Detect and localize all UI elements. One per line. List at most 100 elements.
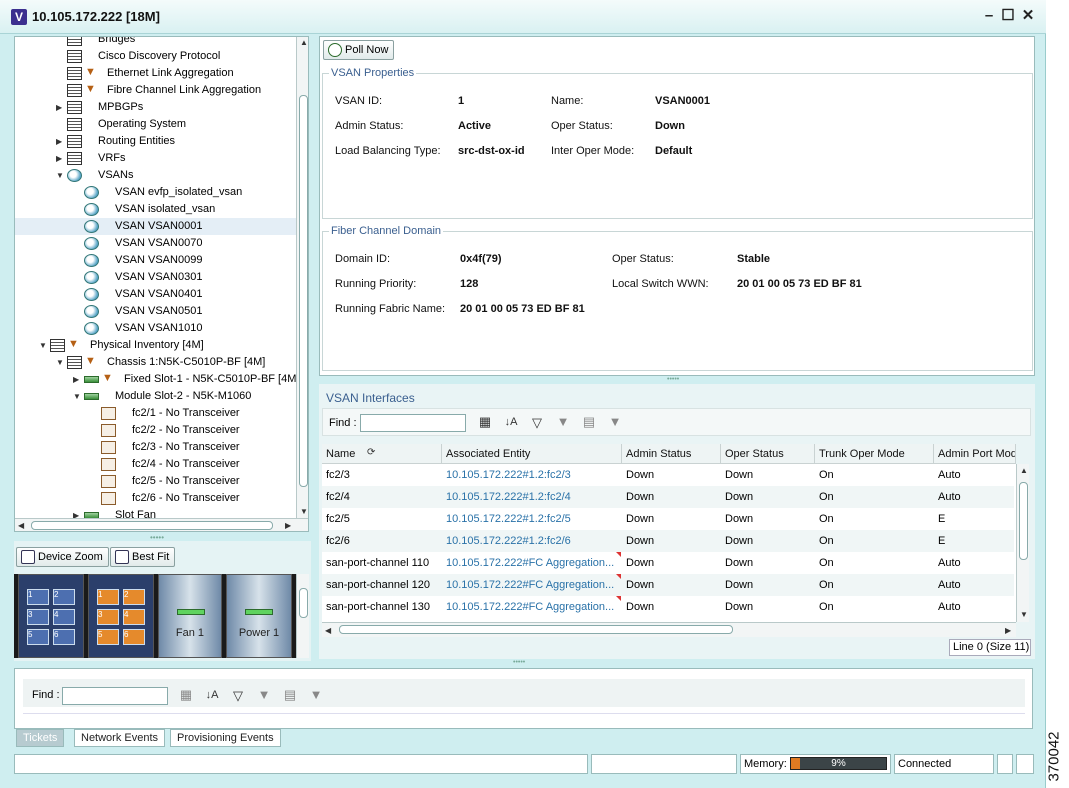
scroll-right-icon[interactable]: ▶ xyxy=(1005,626,1011,635)
splitter-handle[interactable]: ••••• xyxy=(667,376,679,383)
entity-link[interactable]: 10.105.172.222#1.2:fc2/5 xyxy=(446,508,618,530)
device-scrollbar[interactable] xyxy=(296,574,309,658)
tickets-find-input[interactable] xyxy=(62,687,168,705)
entity-link[interactable]: 10.105.172.222#1.2:fc2/4 xyxy=(446,486,618,508)
tree-item[interactable]: ▶ Routing Entities xyxy=(15,133,296,150)
filter-icon[interactable]: ▽ xyxy=(529,415,545,431)
tree-item[interactable]: VSAN VSAN1010 xyxy=(15,320,296,337)
export-icon[interactable]: ▤ xyxy=(581,414,597,430)
port-tile[interactable]: 4 xyxy=(53,609,75,625)
filter-clear-icon[interactable]: ▼ xyxy=(607,414,623,430)
tree-item[interactable]: fc2/1 - No Transceiver xyxy=(15,405,296,422)
tree-item[interactable]: VSAN VSAN0501 xyxy=(15,303,296,320)
table-horizontal-scrollbar[interactable]: ◀ ▶ xyxy=(322,622,1016,637)
tree-item[interactable]: VSAN VSAN0401 xyxy=(15,286,296,303)
scroll-right-icon[interactable]: ▶ xyxy=(285,521,291,530)
tree-item[interactable]: fc2/5 - No Transceiver xyxy=(15,473,296,490)
expand-icon[interactable]: ▶ xyxy=(56,150,64,167)
tree-item[interactable]: ▼ ▼ Chassis 1:N5K-C5010P-BF [4M] xyxy=(15,354,296,371)
entity-link[interactable]: 10.105.172.222#1.2:fc2/6 xyxy=(446,530,618,552)
splitter-handle[interactable]: ••••• xyxy=(513,659,525,666)
tab-tickets[interactable]: Tickets xyxy=(16,729,65,747)
port-tile[interactable]: 4 xyxy=(123,609,145,625)
entity-link[interactable]: 10.105.172.222#FC Aggregation... xyxy=(446,552,618,574)
scroll-down-icon[interactable]: ▼ xyxy=(1020,610,1028,619)
export-icon[interactable]: ▤ xyxy=(282,687,298,703)
table-vertical-scrollbar[interactable]: ▲ ▼ xyxy=(1016,464,1029,622)
tree-item[interactable]: fc2/4 - No Transceiver xyxy=(15,456,296,473)
tree-item[interactable]: VSAN VSAN0070 xyxy=(15,235,296,252)
tree-item[interactable]: ▼ Module Slot-2 - N5K-M1060 xyxy=(15,388,296,405)
filter-edit-icon[interactable]: ▼ xyxy=(256,687,272,703)
column-header[interactable]: Admin Status xyxy=(622,444,721,464)
tree-item[interactable]: ▼ VSANs xyxy=(15,167,296,184)
tree-item[interactable]: ▶ VRFs xyxy=(15,150,296,167)
entity-link[interactable]: 10.105.172.222#FC Aggregation... xyxy=(446,596,618,618)
tree-horizontal-scrollbar[interactable]: ◀ ▶ xyxy=(15,518,308,531)
tab-provisioning-events[interactable]: Provisioning Events xyxy=(170,729,281,747)
scroll-up-icon[interactable]: ▲ xyxy=(1020,466,1028,475)
tree-item[interactable]: VSAN VSAN0001 xyxy=(15,218,296,235)
device-image[interactable]: 1 2 3 4 5 6 1 2 3 4 5 6 Fan 1 Power 1 xyxy=(14,574,296,658)
navigation-tree[interactable]: ▶ Slot Fan fc2/6 - No Transceiver fc2/5 - N… xyxy=(14,36,309,532)
table-row[interactable]: fc2/6 10.105.172.222#1.2:fc2/6 Down Down On E xyxy=(322,530,1014,552)
maximize-icon[interactable]: ☐ xyxy=(1000,7,1016,25)
tree-item[interactable]: VSAN VSAN0099 xyxy=(15,252,296,269)
scroll-up-icon[interactable]: ▲ xyxy=(300,38,308,47)
port-tile[interactable]: 1 xyxy=(97,589,119,605)
sort-order-icon[interactable]: ⟳ xyxy=(367,447,375,458)
tree-item[interactable]: fc2/2 - No Transceiver xyxy=(15,422,296,439)
table-row[interactable]: fc2/3 10.105.172.222#1.2:fc2/3 Down Down On A… xyxy=(322,464,1014,486)
port-tile[interactable]: 5 xyxy=(27,629,49,645)
table-row[interactable]: fc2/4 10.105.172.222#1.2:fc2/4 Down Down On A… xyxy=(322,486,1014,508)
tree-item[interactable]: fc2/3 - No Transceiver xyxy=(15,439,296,456)
best-fit-button[interactable]: Best Fit xyxy=(110,547,176,567)
tree-scroll-thumb[interactable] xyxy=(299,95,308,487)
scroll-left-icon[interactable]: ◀ xyxy=(18,521,24,530)
tree-item[interactable]: ▼ Fibre Channel Link Aggregation xyxy=(15,82,296,99)
minimize-icon[interactable]: – xyxy=(981,7,997,25)
tree-item[interactable]: VSAN VSAN0301 xyxy=(15,269,296,286)
tree-item[interactable]: ▶ ▼ Fixed Slot-1 - N5K-C5010P-BF [4M] xyxy=(15,371,299,388)
table-scroll-thumb[interactable] xyxy=(1019,482,1028,560)
port-tile[interactable]: 3 xyxy=(27,609,49,625)
device-module[interactable]: Fan 1 xyxy=(158,574,222,658)
table-row[interactable]: san-port-channel 110 10.105.172.222#FC Ag… xyxy=(322,552,1014,574)
column-header[interactable]: Name xyxy=(322,444,442,464)
tree-item[interactable]: Operating System xyxy=(15,116,296,133)
port-tile[interactable]: 2 xyxy=(123,589,145,605)
column-header[interactable]: Trunk Oper Mode xyxy=(815,444,934,464)
expand-icon[interactable]: ▶ xyxy=(56,99,64,116)
column-header[interactable]: Oper Status xyxy=(721,444,815,464)
poll-now-button[interactable]: Poll Now xyxy=(323,40,395,60)
filter-clear-icon[interactable]: ▼ xyxy=(308,687,324,703)
tree-item[interactable]: Bridges xyxy=(15,37,296,48)
scroll-down-icon[interactable]: ▼ xyxy=(300,507,308,516)
tree-item[interactable]: ▶ MPBGPs xyxy=(15,99,296,116)
tab-network-events[interactable]: Network Events xyxy=(74,729,166,747)
table-row[interactable]: fc2/5 10.105.172.222#1.2:fc2/5 Down Down On E xyxy=(322,508,1014,530)
tree-hscroll-thumb[interactable] xyxy=(31,521,273,530)
port-tile[interactable]: 1 xyxy=(27,589,49,605)
entity-link[interactable]: 10.105.172.222#FC Aggregation... xyxy=(446,574,618,596)
table-columns-icon[interactable]: ▦ xyxy=(477,414,493,430)
device-module[interactable]: Power 1 xyxy=(226,574,292,658)
interfaces-find-input[interactable] xyxy=(360,414,466,432)
tree-item[interactable]: ▼ Ethernet Link Aggregation xyxy=(15,65,296,82)
sort-icon[interactable]: ↓A xyxy=(204,687,220,703)
port-tile[interactable]: 6 xyxy=(53,629,75,645)
column-header[interactable]: Associated Entity xyxy=(442,444,622,464)
device-zoom-button[interactable]: Device Zoom xyxy=(16,547,109,567)
close-icon[interactable]: ✕ xyxy=(1020,7,1036,25)
entity-link[interactable]: 10.105.172.222#1.2:fc2/3 xyxy=(446,464,618,486)
expand-icon[interactable]: ▶ xyxy=(73,371,81,388)
device-module[interactable]: 123456 xyxy=(88,574,154,658)
device-module[interactable]: 123456 xyxy=(18,574,84,658)
column-header[interactable]: Admin Port Mode xyxy=(934,444,1016,464)
filter-icon[interactable]: ▽ xyxy=(230,688,246,704)
collapse-icon[interactable]: ▼ xyxy=(56,167,64,184)
port-tile[interactable]: 2 xyxy=(53,589,75,605)
scroll-left-icon[interactable]: ◀ xyxy=(325,626,331,635)
port-tile[interactable]: 3 xyxy=(97,609,119,625)
tree-vertical-scrollbar[interactable]: ▲ ▼ xyxy=(296,37,308,519)
